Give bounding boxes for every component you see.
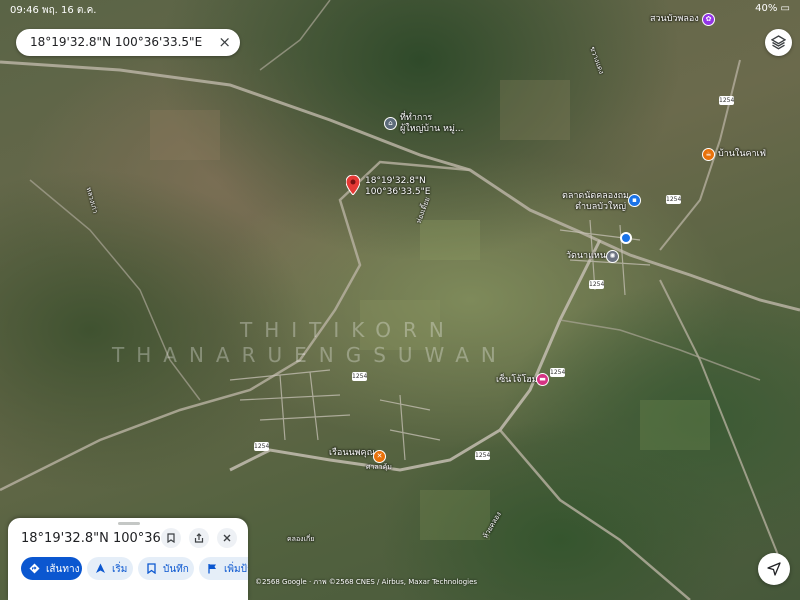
- close-sheet-button[interactable]: [217, 528, 237, 548]
- directions-button[interactable]: เส้นทาง: [21, 557, 82, 580]
- lodging-icon[interactable]: ▬: [536, 373, 549, 386]
- place-lodging[interactable]: เซ็นโจ้โฮม: [496, 375, 538, 386]
- save-label: บันทึก: [163, 564, 189, 575]
- place-government[interactable]: ที่ทำการ ผู้ใหญ่บ้าน หมู่...: [400, 113, 464, 135]
- road-network: [0, 0, 800, 600]
- road-shield: 1254: [550, 368, 566, 377]
- search-bar[interactable]: 18°19'32.8"N 100°36'33.5"E ×: [16, 29, 240, 56]
- pin-label: 18°19'32.8"N 100°36'33.5"E: [365, 176, 430, 198]
- search-query[interactable]: 18°19'32.8"N 100°36'33.5"E: [30, 35, 202, 49]
- watermark-line2: THANARUENGSUWAN: [112, 343, 508, 367]
- government-icon[interactable]: ⌂: [384, 117, 397, 130]
- pin-label-line1: 18°19'32.8"N: [365, 176, 426, 186]
- current-location-dot[interactable]: [620, 232, 632, 244]
- add-label-button[interactable]: เพิ่มป้า: [199, 557, 248, 580]
- share-button[interactable]: [189, 528, 209, 548]
- directions-label: เส้นทาง: [46, 564, 80, 575]
- bookmark-icon: [167, 533, 175, 543]
- place-restaurant[interactable]: เรือนนพคุณ: [329, 448, 375, 459]
- place-market[interactable]: ตลาดนัดคลองถม ตำบลบัวใหญ่: [562, 191, 629, 213]
- road-shield: 1254: [352, 372, 368, 381]
- place-small-label: ศาลาคุ้ม: [366, 463, 392, 471]
- layers-button[interactable]: [765, 29, 792, 56]
- shopping-icon[interactable]: ▪: [628, 194, 641, 207]
- road-shield: 1254: [666, 195, 682, 204]
- cafe-icon[interactable]: ☕: [702, 148, 715, 161]
- close-icon[interactable]: ×: [218, 33, 231, 51]
- save-icon-button[interactable]: [161, 528, 181, 548]
- place-temple[interactable]: วัดนาแหน: [566, 251, 606, 262]
- status-battery: 40% ▭: [755, 3, 790, 14]
- navigation-arrow-icon: [767, 562, 781, 576]
- bookmark-icon: [147, 563, 156, 574]
- status-date: พฤ. 16 ต.ค.: [42, 5, 97, 16]
- road-shield: 1254: [589, 280, 605, 289]
- place-market-line2: ตำบลบัวใหญ่: [575, 202, 626, 212]
- share-icon: [194, 533, 204, 543]
- road-shield: 1254: [719, 96, 735, 105]
- road-label-4: คลองเกี่ย: [287, 535, 315, 543]
- close-icon: [223, 534, 231, 542]
- place-bottom-sheet[interactable]: 18°19'32.8"N 100°36'... เส้นทาง เริ่ม บั…: [8, 518, 248, 600]
- layers-icon: [771, 35, 786, 50]
- place-cafe[interactable]: บ้านในคาเฟ่: [718, 149, 766, 160]
- place-government-line2: ผู้ใหญ่บ้าน หมู่...: [400, 124, 464, 134]
- place-market-line1: ตลาดนัดคลองถม: [562, 191, 629, 201]
- status-clock: 09:46: [10, 5, 39, 16]
- directions-icon: [29, 563, 40, 574]
- road-shield: 1254: [254, 442, 270, 451]
- satellite-map[interactable]: THITIKORN THANARUENGSUWAN 18°19'32.8"N 1…: [0, 0, 800, 600]
- place-government-line1: ที่ทำการ: [400, 113, 433, 123]
- status-bar: 09:46 พฤ. 16 ต.ค. 40% ▭: [0, 0, 800, 18]
- location-pin-icon[interactable]: [346, 175, 360, 195]
- add-label-text: เพิ่มป้า: [224, 564, 248, 575]
- save-button[interactable]: บันทึก: [138, 557, 194, 580]
- my-location-button[interactable]: [758, 553, 790, 585]
- flag-icon: [208, 564, 216, 574]
- pin-label-line2: 100°36'33.5"E: [365, 187, 431, 197]
- watermark-line1: THITIKORN: [240, 318, 456, 342]
- status-time: 09:46 พฤ. 16 ต.ค.: [10, 3, 96, 18]
- navigation-icon: [96, 563, 105, 573]
- road-shield: 1254: [475, 451, 491, 460]
- sheet-drag-handle[interactable]: [118, 522, 140, 525]
- start-button[interactable]: เริ่ม: [87, 557, 133, 580]
- temple-icon[interactable]: ✺: [606, 250, 619, 263]
- start-label: เริ่ม: [112, 564, 128, 575]
- map-attribution: ©2568 Google · ภาพ ©2568 CNES / Airbus, …: [255, 578, 478, 586]
- sheet-title: 18°19'32.8"N 100°36'...: [21, 531, 161, 546]
